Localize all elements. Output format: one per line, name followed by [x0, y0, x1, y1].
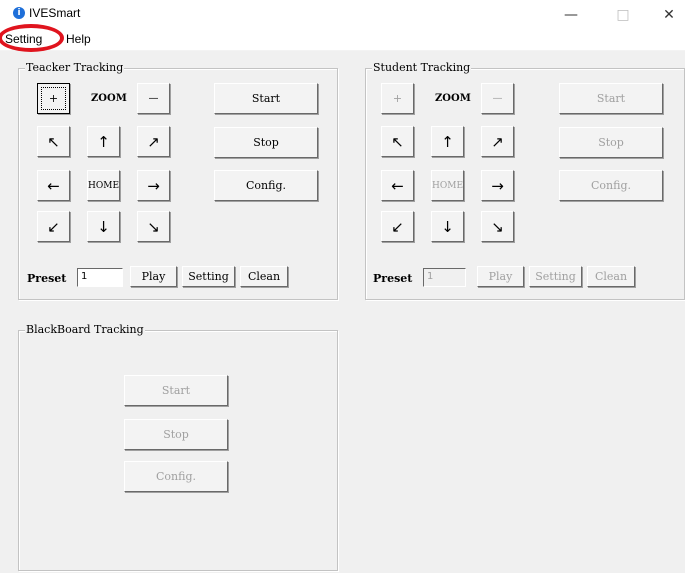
menu-help[interactable]: Help: [66, 32, 91, 46]
student-config-button[interactable]: Config.: [559, 170, 663, 201]
student-home-label: HOME: [432, 180, 464, 191]
arrow-up-icon: ↑: [97, 132, 110, 151]
blackboard-tracking-title: BlackBoard Tracking: [25, 323, 145, 336]
close-button[interactable]: ✕: [646, 0, 685, 30]
minimize-button[interactable]: —: [548, 0, 594, 30]
arrow-up-left-icon: ↖: [391, 132, 404, 151]
blackboard-tracking-group: BlackBoard Tracking Start Stop Config.: [18, 323, 338, 571]
arrow-down-left-icon: ↙: [391, 217, 404, 236]
teacher-home-label: HOME: [88, 180, 120, 191]
arrow-down-left-icon: ↙: [47, 217, 60, 236]
teacher-zoom-out-button[interactable]: —: [137, 83, 170, 114]
teacher-down-button[interactable]: ↓: [87, 211, 120, 242]
teacher-up-left-button[interactable]: ↖: [37, 126, 70, 157]
student-down-left-button[interactable]: ↙: [381, 211, 414, 242]
student-left-button[interactable]: ←: [381, 170, 414, 201]
menu-setting[interactable]: Setting: [5, 32, 42, 46]
arrow-left-icon: ←: [391, 176, 404, 195]
minus-icon: —: [492, 93, 503, 104]
teacher-down-left-button[interactable]: ↙: [37, 211, 70, 242]
arrow-down-icon: ↓: [97, 217, 110, 236]
student-preset-label: Preset: [373, 272, 413, 285]
teacher-up-button[interactable]: ↑: [87, 126, 120, 157]
student-down-right-button[interactable]: ↘: [481, 211, 514, 242]
arrow-up-icon: ↑: [441, 132, 454, 151]
student-home-button[interactable]: HOME: [431, 170, 464, 201]
teacher-home-button[interactable]: HOME: [87, 170, 120, 201]
arrow-up-right-icon: ↗: [491, 132, 504, 151]
minus-icon: —: [148, 93, 159, 104]
window-title: IVESmart: [29, 6, 81, 20]
teacher-stop-button[interactable]: Stop: [214, 127, 318, 158]
teacher-preset-label: Preset: [27, 272, 67, 285]
maximize-button[interactable]: □: [600, 0, 646, 30]
teacher-tracking-title: Teacker Tracking: [25, 61, 125, 74]
student-zoom-label: ZOOM: [435, 93, 471, 104]
teacher-clean-button[interactable]: Clean: [240, 266, 288, 287]
student-clean-button[interactable]: Clean: [587, 266, 635, 287]
blackboard-config-button[interactable]: Config.: [124, 461, 228, 492]
student-setting-button[interactable]: Setting: [529, 266, 582, 287]
title-bar: i IVESmart — □ ✕: [0, 0, 685, 30]
menu-bar: Setting Help: [0, 30, 685, 51]
student-zoom-out-button[interactable]: —: [481, 83, 514, 114]
arrow-right-icon: →: [147, 176, 160, 195]
blackboard-stop-button[interactable]: Stop: [124, 419, 228, 450]
arrow-up-left-icon: ↖: [47, 132, 60, 151]
student-up-button[interactable]: ↑: [431, 126, 464, 157]
teacher-start-button[interactable]: Start: [214, 83, 318, 114]
teacher-config-button[interactable]: Config.: [214, 170, 318, 201]
app-icon: i: [13, 7, 25, 19]
student-preset-input[interactable]: 1: [423, 268, 466, 287]
teacher-zoom-label: ZOOM: [91, 93, 127, 104]
student-tracking-title: Student Tracking: [372, 61, 472, 74]
student-stop-button[interactable]: Stop: [559, 127, 663, 158]
teacher-zoom-in-button[interactable]: +: [37, 83, 70, 114]
arrow-right-icon: →: [491, 176, 504, 195]
arrow-up-right-icon: ↗: [147, 132, 160, 151]
student-play-button[interactable]: Play: [477, 266, 524, 287]
arrow-down-icon: ↓: [441, 217, 454, 236]
teacher-preset-input[interactable]: 1: [77, 268, 123, 287]
arrow-down-right-icon: ↘: [147, 217, 160, 236]
teacher-tracking-group: Teacker Tracking + ZOOM — ↖ ↑ ↗ ← HOME →…: [18, 61, 338, 300]
teacher-setting-button[interactable]: Setting: [182, 266, 235, 287]
blackboard-start-button[interactable]: Start: [124, 375, 228, 406]
arrow-left-icon: ←: [47, 176, 60, 195]
student-up-right-button[interactable]: ↗: [481, 126, 514, 157]
student-zoom-in-button[interactable]: +: [381, 83, 414, 114]
teacher-play-button[interactable]: Play: [130, 266, 177, 287]
student-start-button[interactable]: Start: [559, 83, 663, 114]
teacher-right-button[interactable]: →: [137, 170, 170, 201]
teacher-up-right-button[interactable]: ↗: [137, 126, 170, 157]
student-up-left-button[interactable]: ↖: [381, 126, 414, 157]
teacher-left-button[interactable]: ←: [37, 170, 70, 201]
arrow-down-right-icon: ↘: [491, 217, 504, 236]
student-right-button[interactable]: →: [481, 170, 514, 201]
teacher-down-right-button[interactable]: ↘: [137, 211, 170, 242]
student-down-button[interactable]: ↓: [431, 211, 464, 242]
student-tracking-group: Student Tracking + ZOOM — ↖ ↑ ↗ ← HOME →…: [365, 61, 685, 300]
